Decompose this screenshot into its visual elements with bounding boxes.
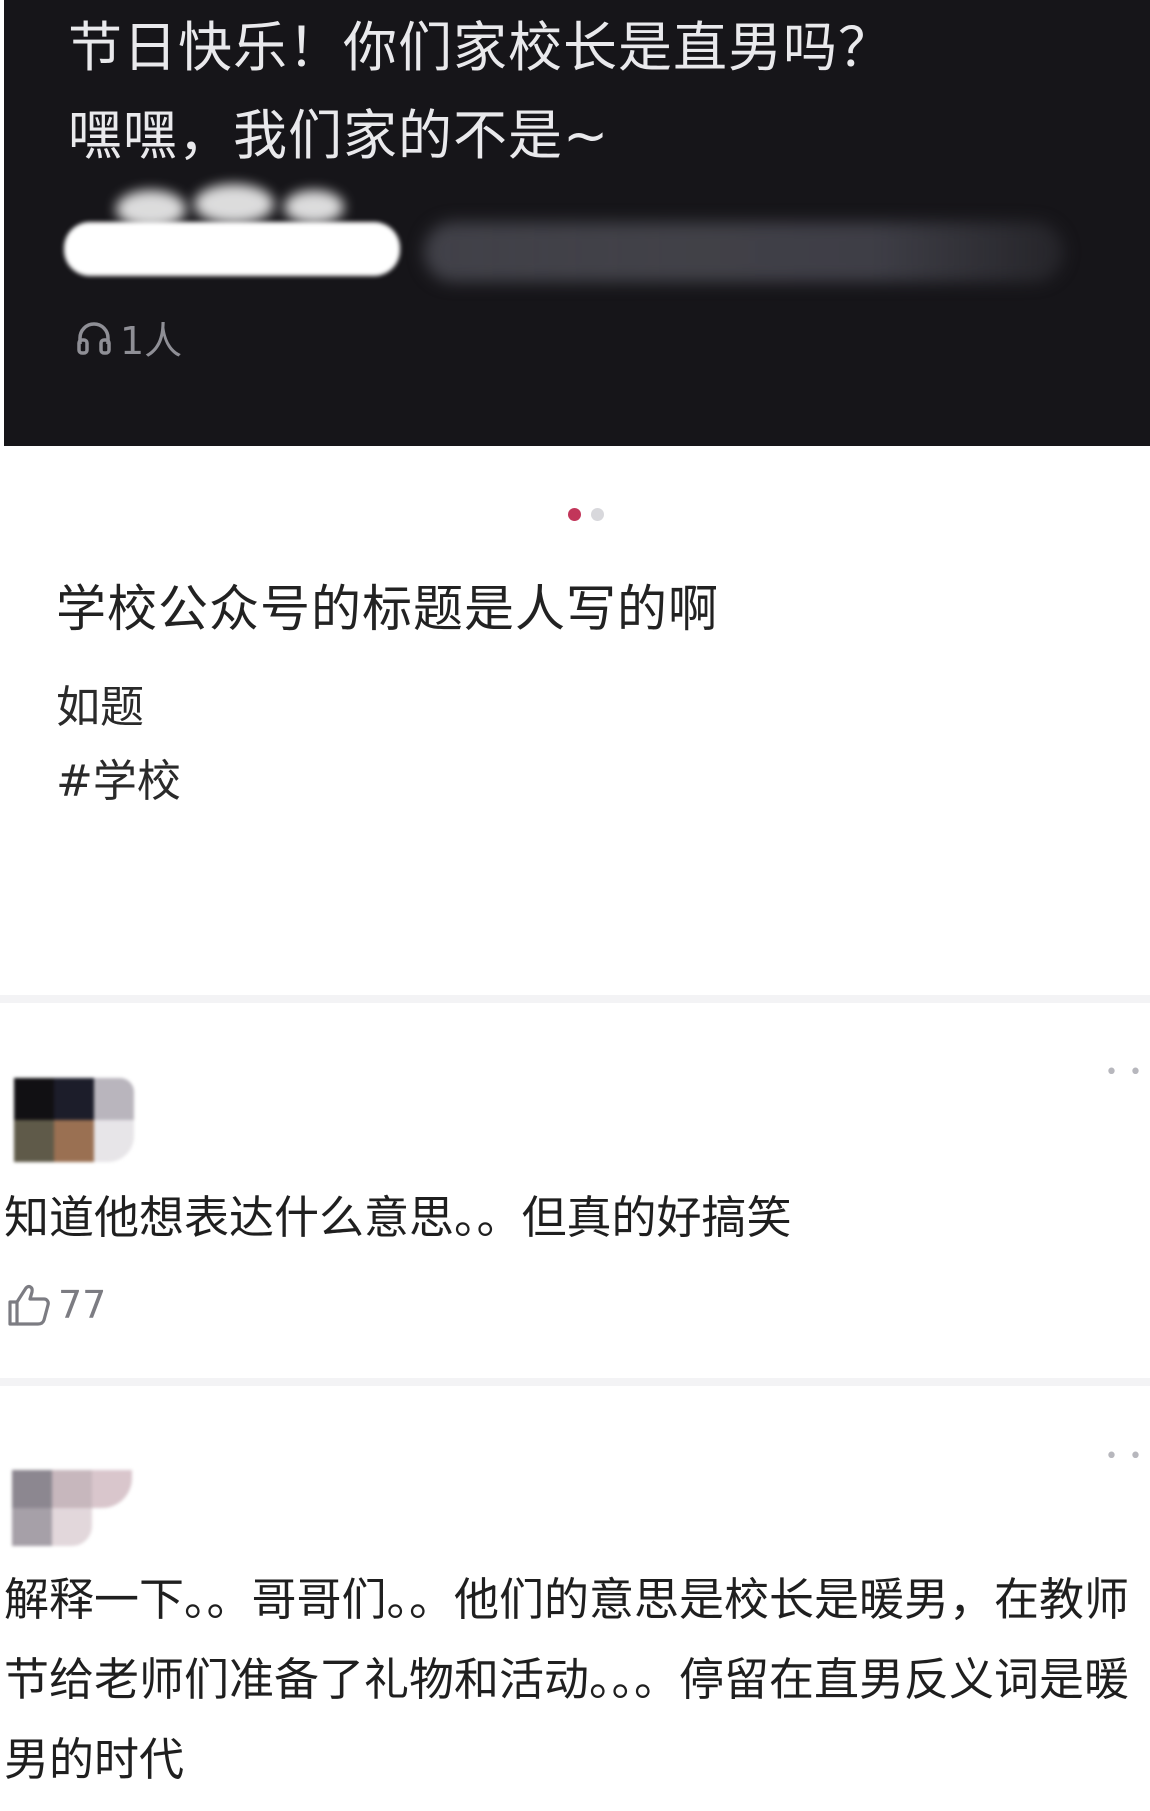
section-divider	[0, 1378, 1150, 1386]
comment-text: 解释一下。。哥哥们。。他们的意思是校长是暖男，在教师节给老师们准备了礼物和活动。…	[4, 1573, 1130, 1786]
like-button[interactable]: 77	[6, 1282, 106, 1328]
carousel-dot[interactable]	[591, 508, 604, 521]
more-dots-icon[interactable]: • •	[1105, 1060, 1144, 1085]
carousel-indicator	[568, 508, 604, 521]
headphone-icon	[74, 318, 114, 358]
post-title: 学校公众号的标题是人写的啊	[56, 580, 719, 638]
comment-text: 知道他想表达什么意思。。但真的好搞笑	[4, 1191, 792, 1244]
redaction-blur	[424, 222, 1064, 282]
banner-title-line-2: 嘿嘿，我们家的不是~	[68, 104, 610, 167]
listener-count: 1人	[74, 310, 182, 365]
more-dots-icon[interactable]: • •	[1105, 1444, 1144, 1469]
post-image-banner[interactable]: 节日快乐！你们家校长是直男吗？ 嘿嘿，我们家的不是~ 1人	[4, 0, 1150, 446]
thumbs-up-icon	[6, 1282, 52, 1328]
like-count: 77	[58, 1283, 107, 1327]
redaction-bar	[64, 222, 400, 276]
post-description: 如题	[56, 682, 144, 733]
redaction-smudge	[284, 190, 344, 224]
listener-count-label: 1人	[120, 319, 183, 363]
redaction-smudge	[194, 184, 274, 224]
post-page: 节日快乐！你们家校长是直男吗？ 嘿嘿，我们家的不是~ 1人 学校公众号的标题是人…	[0, 0, 1150, 1811]
commenter-avatar[interactable]	[14, 1078, 134, 1162]
commenter-avatar[interactable]	[12, 1470, 136, 1546]
carousel-dot-active[interactable]	[568, 508, 581, 521]
banner-title-line-1: 节日快乐！你们家校长是直男吗？	[68, 16, 893, 79]
section-divider	[0, 995, 1150, 1003]
banner-title: 节日快乐！你们家校长是直男吗？ 嘿嘿，我们家的不是~	[68, 4, 1108, 180]
post-hashtag[interactable]: #学校	[56, 752, 181, 812]
